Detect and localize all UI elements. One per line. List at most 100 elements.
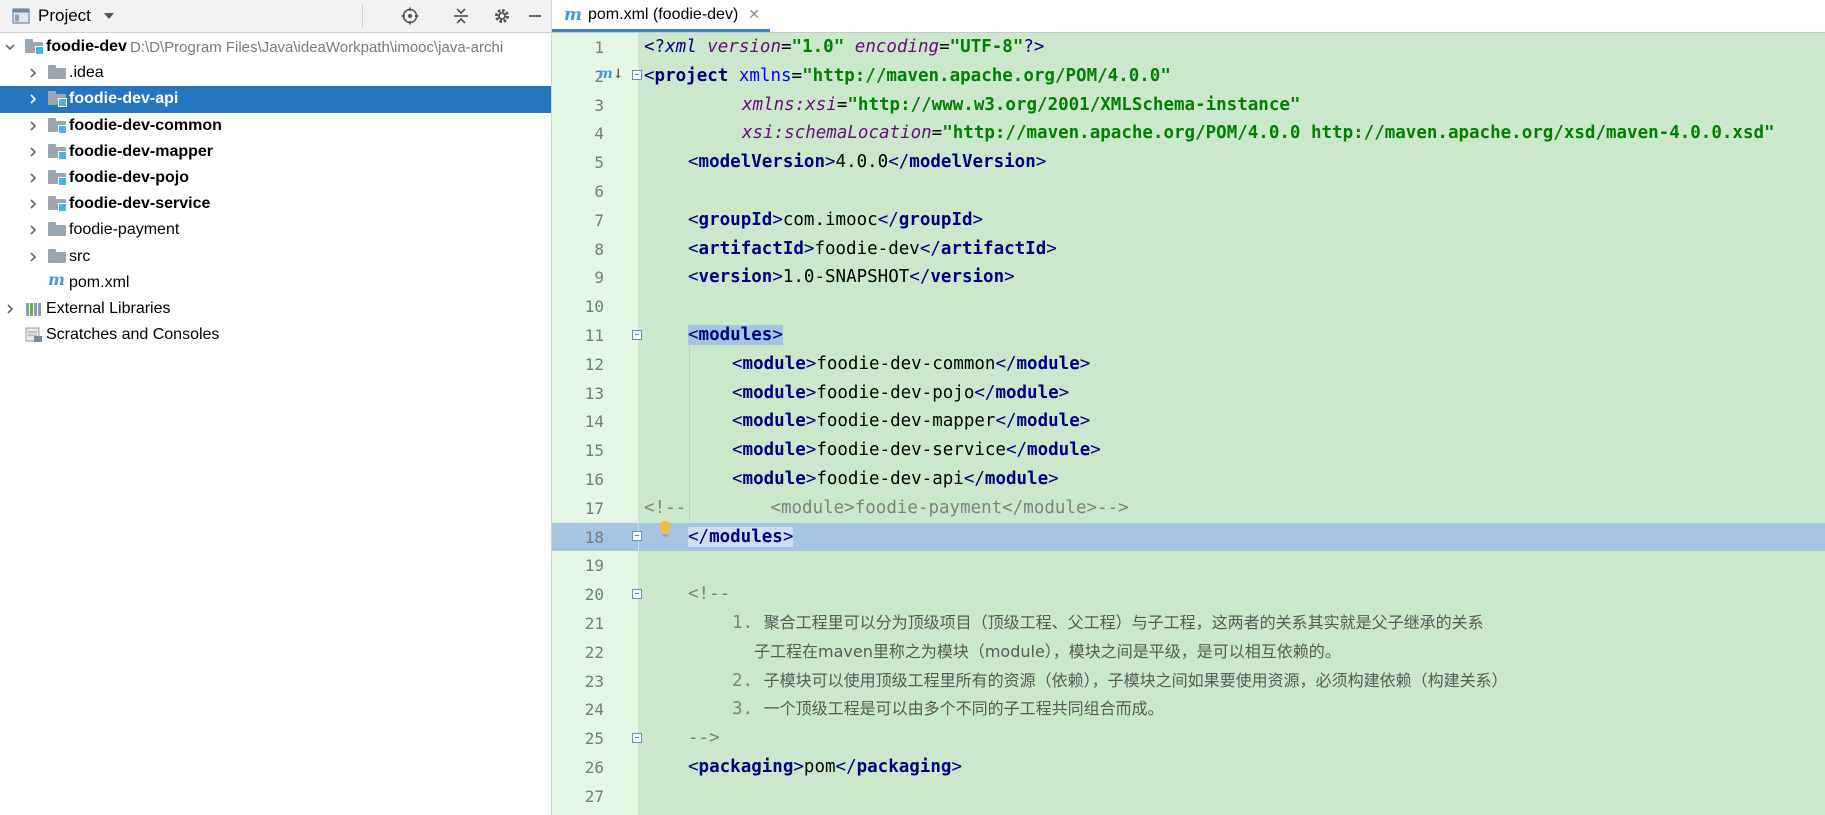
tree-item-label: foodie-dev-service (69, 195, 211, 213)
line-number-text: 24 (584, 700, 604, 720)
line-number: 22 (552, 638, 638, 667)
line-number: 27 (552, 782, 638, 811)
collapse-all-icon[interactable] (451, 6, 471, 26)
tag-name: packaging (698, 757, 794, 777)
tree-item-scratches-and-consoles[interactable]: Scratches and Consoles (0, 322, 551, 348)
line-number-gutter[interactable]: 1 2 3 4 5 6 7 8 9 10 11 12 13 14 15 16 17 18 19 20 21 22 23 24 2… (552, 33, 639, 815)
line-number: 21 (552, 609, 638, 638)
comment: 2. (732, 670, 754, 691)
maven-override-icon[interactable]: m↓ (598, 66, 624, 82)
code-line: xsi:schemaLocation="http://maven.apache.… (742, 123, 1775, 144)
tree-item-foodie-dev-common[interactable]: foodie-dev-common (0, 113, 551, 139)
line-number: 20 (552, 580, 638, 609)
chevron-right-icon[interactable] (27, 224, 39, 236)
chevron-right-icon[interactable] (27, 172, 39, 184)
tag-text: foodie-dev-service (816, 440, 1006, 461)
editor-area: m pom.xml (foodie-dev) ✕ 1 2 3 4 5 6 7 8 9 10 11 12… (552, 0, 1825, 815)
fold-toggle-icon[interactable] (632, 70, 642, 80)
folder-icon (48, 248, 66, 265)
lightbulb-icon[interactable] (658, 520, 672, 538)
tag-name: modules (709, 526, 783, 547)
libraries-icon (25, 301, 43, 317)
fold-toggle-icon[interactable] (632, 330, 642, 340)
tag-name: modules (698, 325, 773, 345)
line-number: 7 (552, 206, 638, 235)
matched-tag-highlight: </modules> (688, 526, 794, 547)
tag-name: module (742, 353, 806, 374)
line-number-text: 19 (584, 556, 604, 576)
code-line: <!-- (688, 580, 1825, 609)
code-line: <module>foodie-dev-mapper</module> (732, 411, 1091, 432)
maven-file-icon: m (48, 269, 65, 289)
code-line: <packaging>pom</packaging> (688, 757, 962, 777)
tree-item-foodie-dev-pojo[interactable]: foodie-dev-pojo (0, 165, 551, 191)
tag-name: module (742, 382, 806, 403)
editor-tab-pom[interactable]: m pom.xml (foodie-dev) ✕ (552, 0, 771, 32)
chevron-right-icon[interactable] (27, 146, 39, 158)
tag-text: foodie-dev (814, 238, 920, 259)
tree-item-label: pom.xml (69, 273, 130, 291)
line-number-text: 9 (594, 268, 604, 288)
locate-file-icon[interactable] (400, 6, 420, 26)
project-view-selector[interactable]: Project (12, 0, 115, 32)
tree-item-label: External Libraries (46, 299, 171, 317)
tree-item-foodie-dev[interactable]: foodie-dev D:\D\Program Files\Java\ideaWo… (0, 34, 551, 60)
line-number: 26 (552, 753, 638, 782)
chevron-right-icon[interactable] (27, 93, 39, 105)
chevron-right-icon[interactable] (27, 251, 39, 263)
chevron-right-icon[interactable] (4, 303, 16, 315)
line-number-text: 8 (594, 239, 604, 259)
fold-toggle-icon[interactable] (632, 589, 642, 599)
attr-name: xsi (805, 94, 837, 115)
tree-item-label: foodie-dev-pojo (69, 169, 189, 187)
module-folder-icon (48, 91, 67, 108)
line-number-text: 11 (584, 326, 604, 345)
tag-name: artifactId (698, 238, 804, 259)
comment: 子模块可以使用顶级工程里所有的资源（依赖），子模块之间如果要使用资源，必须构建依… (763, 670, 1508, 690)
comment: 子工程在maven里称之为模块（module），模块之间是平级，是可以相互依赖的… (754, 641, 1341, 661)
chevron-right-icon[interactable] (27, 120, 39, 132)
close-icon[interactable]: ✕ (748, 7, 760, 23)
hide-panel-icon[interactable] (525, 6, 545, 26)
editor-tab-bar: m pom.xml (foodie-dev) ✕ (552, 0, 1825, 33)
tag-name: module (742, 411, 806, 432)
gear-icon[interactable] (492, 6, 512, 26)
pi-close: ?> (1023, 37, 1045, 57)
code-line: <groupId>com.imooc</groupId> (688, 209, 984, 230)
attr-value: "http://maven.apache.org/POM/4.0.0 http:… (942, 123, 1775, 144)
module-folder-icon (48, 143, 67, 160)
tag-text: foodie-dev-mapper (816, 411, 996, 432)
tree-item-label: .idea (69, 64, 104, 82)
tree-item-external-libraries[interactable]: External Libraries (0, 296, 551, 322)
tree-item-label: foodie-payment (69, 221, 180, 239)
attr-name: encoding (854, 37, 940, 57)
tree-item-foodie-payment[interactable]: foodie-payment (0, 217, 551, 243)
tree-item-pom-xml[interactable]: m pom.xml (0, 270, 551, 296)
code-line: xmlns:xsi="http://www.w3.org/2001/XMLSch… (742, 94, 1301, 115)
tag-text: 4.0.0 (835, 152, 889, 173)
chevron-right-icon[interactable] (27, 67, 39, 79)
line-number-text: 14 (584, 412, 604, 432)
tag-name: modelVersion (909, 152, 1036, 173)
tree-item-idea[interactable]: .idea (0, 60, 551, 86)
tree-item-src[interactable]: src (0, 244, 551, 270)
code-editor[interactable]: <?xml version="1.0" encoding="UTF-8"?> <… (639, 33, 1825, 815)
code-line: <module>foodie-dev-api</module> (732, 469, 1059, 489)
code-line: <module>foodie-dev-pojo</module> (732, 382, 1070, 403)
line-number-text: 22 (584, 642, 604, 662)
tree-item-foodie-dev-api[interactable]: foodie-dev-api (0, 86, 551, 113)
fold-toggle-icon[interactable] (632, 531, 642, 541)
line-number-text: 15 (584, 441, 604, 461)
tag-name: version (930, 267, 1005, 288)
tag-text: com.imooc (782, 209, 878, 230)
tree-item-foodie-dev-mapper[interactable]: foodie-dev-mapper (0, 139, 551, 165)
fold-toggle-icon[interactable] (632, 733, 642, 743)
tag-text: pom (803, 757, 836, 777)
chevron-down-icon[interactable] (4, 41, 16, 53)
ns-prefix: xsi (742, 123, 774, 144)
code-line: <version>1.0-SNAPSHOT</version> (688, 267, 1015, 288)
tag-name: packaging (856, 757, 952, 777)
tag-name: modelVersion (698, 152, 825, 173)
tree-item-foodie-dev-service[interactable]: foodie-dev-service (0, 191, 551, 217)
chevron-right-icon[interactable] (27, 198, 39, 210)
